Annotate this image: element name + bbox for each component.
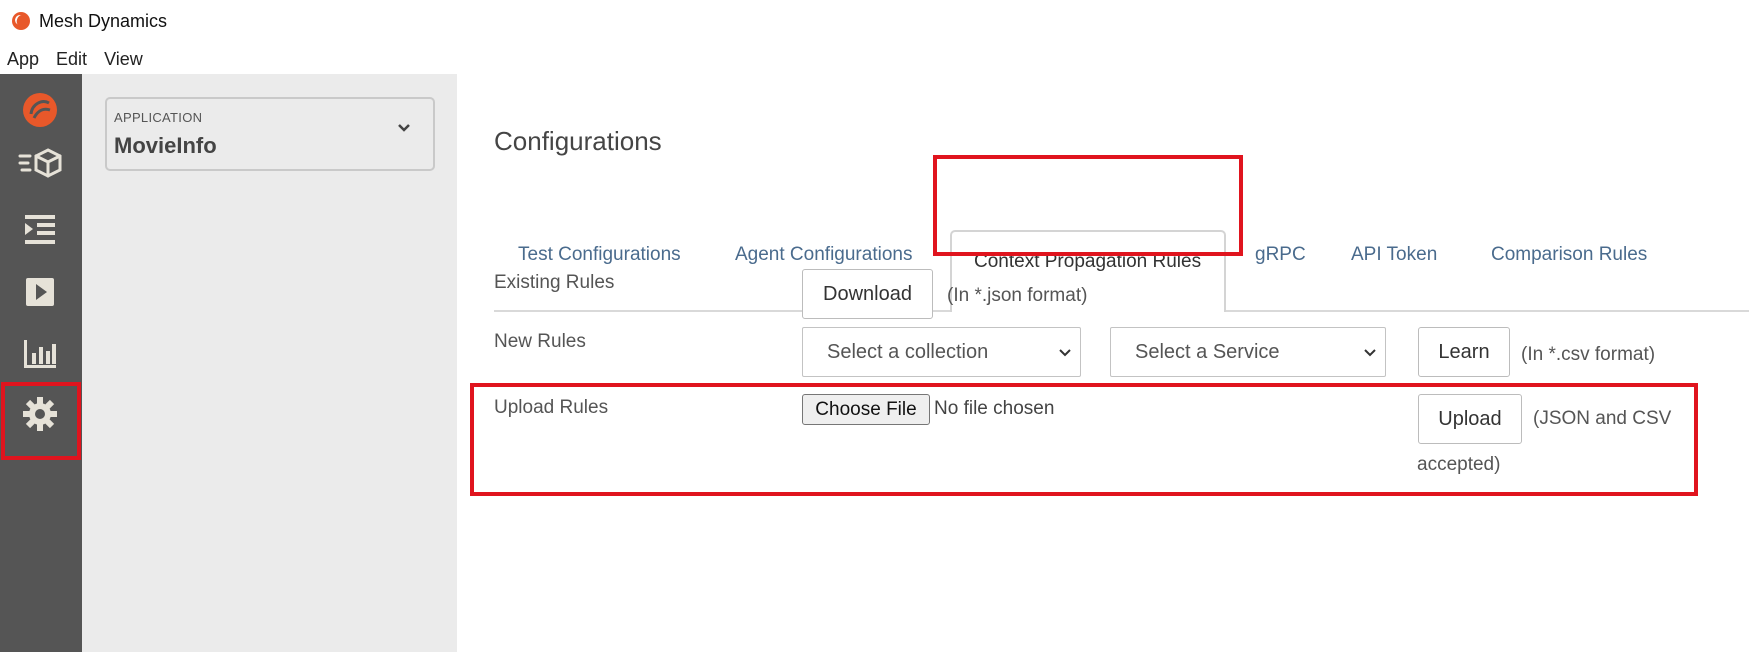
new-rules-label: New Rules (494, 331, 586, 352)
settings-highlight-box (1, 382, 81, 460)
application-value: MovieInfo (114, 133, 217, 158)
menu-bar: App Edit View (0, 44, 160, 74)
mesh-logo-icon[interactable] (0, 80, 80, 140)
bar-chart-icon[interactable] (0, 324, 80, 384)
service-select-value: Select a Service (1135, 340, 1280, 363)
app-logo-icon (12, 12, 30, 30)
download-button[interactable]: Download (802, 269, 933, 319)
learn-button[interactable]: Learn (1418, 327, 1510, 377)
download-format-note: (In *.json format) (947, 285, 1088, 306)
menu-edit[interactable]: Edit (56, 49, 87, 70)
collection-select-value: Select a collection (827, 340, 989, 363)
test-list-icon[interactable] (0, 200, 80, 260)
tab-grpc[interactable]: gRPC (1255, 244, 1306, 266)
page-title: Configurations (494, 126, 662, 156)
service-select[interactable]: Select a Service (1110, 327, 1386, 377)
upload-highlight-box (470, 383, 1698, 496)
api-catalog-icon[interactable] (0, 134, 80, 194)
tab-highlight-box (933, 155, 1243, 256)
learn-format-note: (In *.csv format) (1521, 344, 1656, 365)
tab-api-token[interactable]: API Token (1351, 244, 1437, 266)
menu-view[interactable]: View (104, 49, 143, 70)
collection-select[interactable]: Select a collection (802, 327, 1081, 377)
existing-rules-label: Existing Rules (494, 272, 615, 293)
menu-app[interactable]: App (7, 49, 39, 70)
title-bar: Mesh Dynamics (0, 0, 1749, 42)
chevron-down-icon (398, 124, 410, 132)
window-title: Mesh Dynamics (39, 10, 168, 31)
nav-rail (0, 74, 82, 652)
chevron-down-icon (1364, 349, 1376, 357)
tab-test-configurations[interactable]: Test Configurations (518, 244, 681, 266)
app-side-panel: APPLICATION MovieInfo (82, 74, 457, 652)
play-icon[interactable] (0, 262, 80, 322)
tab-comparison-rules[interactable]: Comparison Rules (1491, 244, 1647, 266)
chevron-down-icon (1059, 349, 1071, 357)
tab-agent-configurations[interactable]: Agent Configurations (735, 244, 912, 266)
application-label: APPLICATION (114, 110, 203, 125)
application-selector[interactable]: APPLICATION MovieInfo (105, 97, 435, 171)
